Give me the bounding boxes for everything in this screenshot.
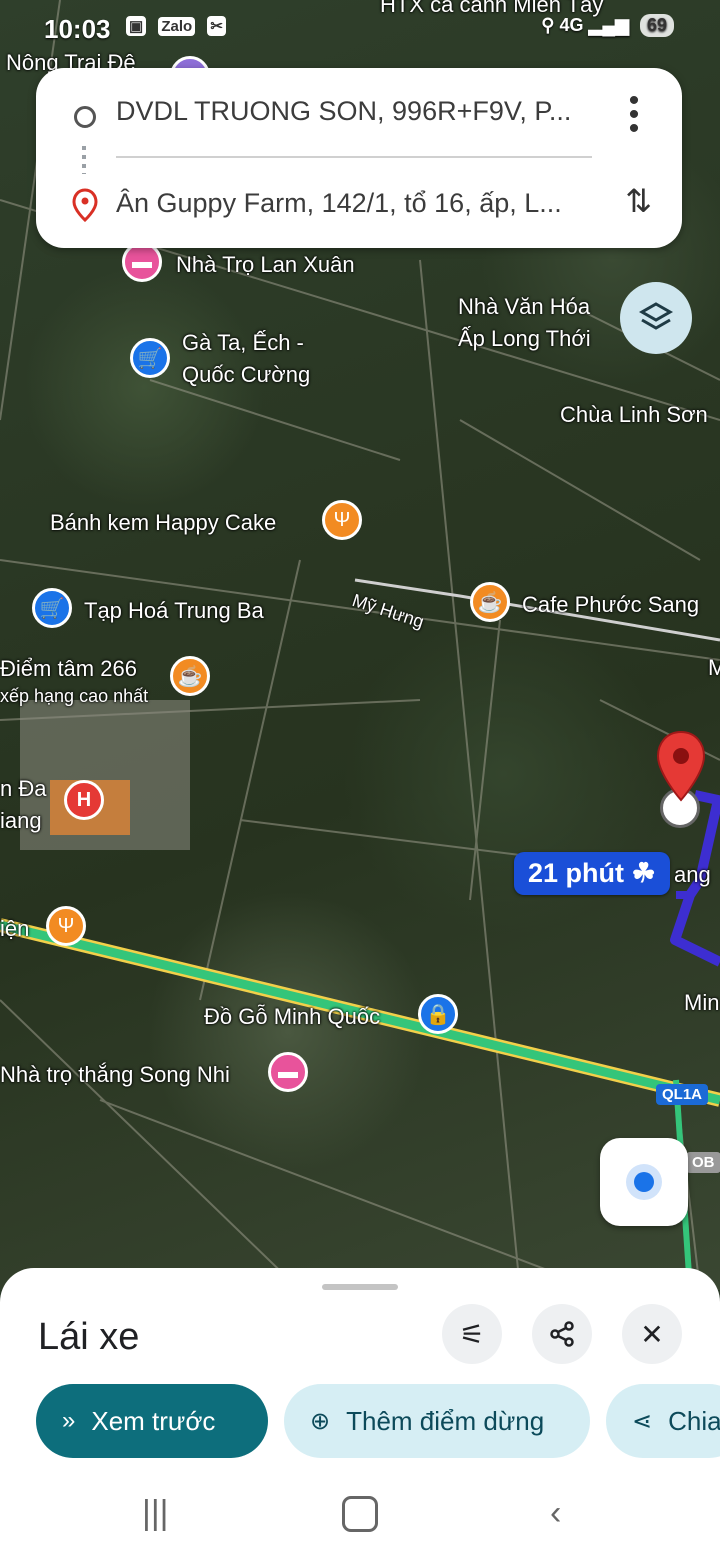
- place-label[interactable]: Điểm tâm 266: [0, 656, 137, 682]
- leaf-icon: ☘: [631, 858, 656, 888]
- place-label[interactable]: Cafe Phước Sang: [522, 592, 699, 618]
- rating-label: xếp hạng cao nhất: [0, 686, 149, 706]
- lodging-icon[interactable]: ▬: [122, 242, 162, 282]
- eta-text: 21 phút: [528, 858, 625, 888]
- share-icon: [550, 1321, 574, 1347]
- place-label[interactable]: iện: [0, 916, 29, 942]
- location-status-icon: ⚲: [541, 15, 555, 35]
- status-bar: 10:03 ▣ Zalo ✂ ⚲ 4G ▂▄▆ 69: [0, 0, 720, 56]
- status-time: 10:03: [44, 14, 111, 44]
- road-label: M: [708, 655, 720, 680]
- close-icon: ✕: [640, 1318, 664, 1350]
- place-label[interactable]: Đồ Gỗ Minh Quốc: [204, 1004, 380, 1030]
- share-route-label: Chia: [668, 1405, 720, 1436]
- hospital-icon[interactable]: H: [64, 780, 104, 820]
- share-button[interactable]: [532, 1304, 592, 1364]
- restaurant-icon[interactable]: Ψ: [46, 906, 86, 946]
- place-label[interactable]: Bánh kem Happy Cake: [50, 510, 276, 536]
- place-label[interactable]: Nhà trọ thắng Song Nhi: [0, 1062, 230, 1088]
- cafe-icon[interactable]: ☕: [470, 582, 510, 622]
- more-options-icon[interactable]: • • •: [624, 86, 644, 144]
- close-button[interactable]: ✕: [622, 1304, 682, 1364]
- swap-icon[interactable]: ⇅: [625, 182, 652, 220]
- scissor-icon: ✂: [207, 16, 226, 36]
- double-chevron-icon: »: [62, 1407, 76, 1434]
- signal-icon: ▂▄▆: [588, 15, 629, 35]
- shopping-cart-icon[interactable]: 🛒: [32, 588, 72, 628]
- eta-badge[interactable]: 21 phút ☘: [514, 852, 670, 895]
- layers-button[interactable]: [620, 282, 692, 354]
- drag-handle[interactable]: [322, 1284, 398, 1290]
- place-label[interactable]: Quốc Cường: [182, 362, 310, 388]
- shopping-cart-icon[interactable]: 🛒: [130, 338, 170, 378]
- origin-icon: [74, 106, 96, 128]
- lodging-icon[interactable]: ▬: [268, 1052, 308, 1092]
- origin-field[interactable]: DVDL TRUONG SON, 996R+F9V, P...: [116, 96, 592, 127]
- road-tag: OB: [686, 1152, 720, 1173]
- travel-mode-title: Lái xe: [38, 1316, 140, 1358]
- road-label: ang: [674, 862, 711, 887]
- home-icon[interactable]: [342, 1496, 378, 1532]
- place-label[interactable]: iang: [0, 808, 42, 834]
- battery-level: 69: [639, 14, 674, 37]
- place-label[interactable]: Nhà Văn Hóa: [458, 294, 590, 320]
- route-options-button[interactable]: ⚟: [442, 1304, 502, 1364]
- place-label[interactable]: Chùa Linh Sơn: [560, 402, 708, 428]
- cafe-icon[interactable]: ☕: [170, 656, 210, 696]
- recent-apps-icon[interactable]: |||: [142, 1494, 169, 1533]
- preview-button[interactable]: » Xem trước: [36, 1384, 268, 1458]
- notification-icons: ▣ Zalo ✂: [126, 16, 234, 36]
- place-label[interactable]: Min: [684, 990, 719, 1016]
- location-icon: [634, 1172, 654, 1192]
- share-route-button[interactable]: ⋖ Chia: [606, 1384, 720, 1458]
- directions-sheet: Lái xe ⚟ ✕ » Xem trước ⊕ Thêm điểm dừng …: [0, 1268, 720, 1560]
- destination-icon: [72, 188, 98, 222]
- restaurant-icon[interactable]: Ψ: [322, 500, 362, 540]
- add-stop-button[interactable]: ⊕ Thêm điểm dừng: [284, 1384, 590, 1458]
- network-label: 4G: [559, 15, 584, 35]
- zalo-icon: Zalo: [158, 17, 196, 36]
- place-label[interactable]: Gà Ta, Ếch -: [182, 330, 304, 356]
- screenshot-icon: ▣: [126, 16, 147, 36]
- layers-icon: [638, 302, 674, 330]
- system-nav-bar: ||| ‹: [0, 1488, 720, 1548]
- route-connector: [82, 146, 86, 174]
- place-label[interactable]: Nhà Trọ Lan Xuân: [176, 252, 355, 278]
- my-location-button[interactable]: [600, 1138, 688, 1226]
- destination-pin-icon[interactable]: [654, 730, 708, 804]
- add-stop-label: Thêm điểm dừng: [346, 1405, 545, 1436]
- status-right: ⚲ 4G ▂▄▆ 69: [541, 14, 674, 37]
- share-icon: ⋖: [632, 1407, 653, 1435]
- preview-label: Xem trước: [91, 1405, 216, 1436]
- destination-field[interactable]: Ân Guppy Farm, 142/1, tổ 16, ấp, L...: [116, 188, 592, 219]
- divider: [116, 156, 592, 158]
- place-label[interactable]: Tạp Hoá Trung Ba: [84, 598, 264, 624]
- tune-icon: ⚟: [459, 1318, 485, 1350]
- place-label[interactable]: n Đa: [0, 776, 46, 802]
- shopping-bag-icon[interactable]: 🔒: [418, 994, 458, 1034]
- route-card: DVDL TRUONG SON, 996R+F9V, P... Ân Guppy…: [36, 68, 682, 248]
- place-label[interactable]: Ấp Long Thới: [458, 326, 591, 352]
- back-icon[interactable]: ‹: [550, 1494, 561, 1533]
- highway-tag: QL1A: [656, 1084, 709, 1105]
- add-location-icon: ⊕: [310, 1407, 331, 1435]
